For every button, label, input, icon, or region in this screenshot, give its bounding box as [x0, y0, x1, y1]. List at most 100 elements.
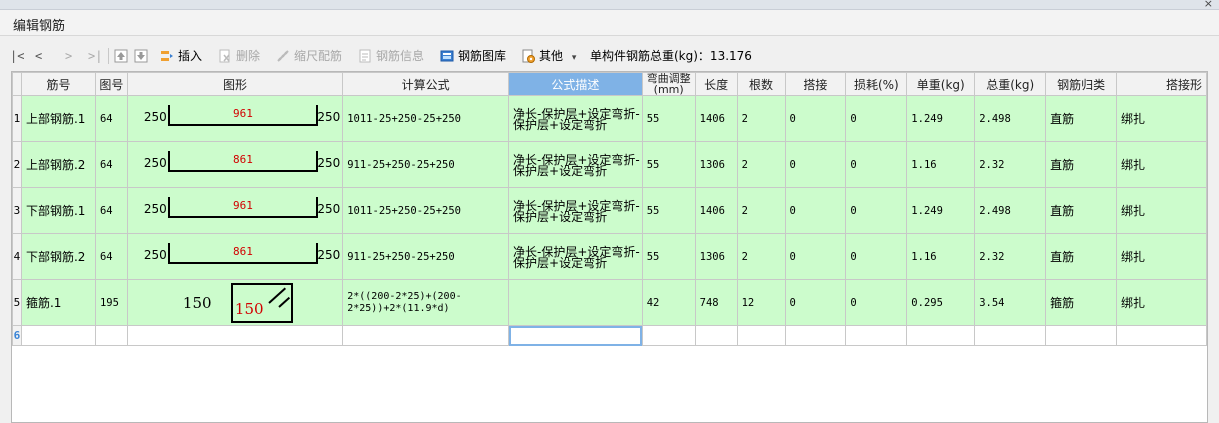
empty-cell[interactable] [1045, 325, 1118, 346]
length-cell[interactable]: 1306 [694, 141, 738, 188]
lap-type-cell[interactable]: 绑扎 [1116, 95, 1207, 142]
row-number[interactable]: 2 [12, 141, 22, 188]
delete-button[interactable]: 删除 [218, 44, 260, 68]
total-w-cell[interactable]: 2.498 [974, 187, 1047, 234]
count-cell[interactable]: 2 [736, 187, 786, 234]
last-record-button[interactable]: >| [88, 44, 102, 68]
prev-record-button[interactable]: < [35, 44, 42, 68]
rebar-name-cell[interactable]: 上部钢筋.2 [20, 141, 96, 188]
column-header[interactable]: 计算公式 [342, 72, 510, 96]
row-number[interactable]: 5 [12, 279, 22, 326]
unit-w-cell[interactable]: 1.249 [906, 95, 976, 142]
total-w-cell[interactable]: 2.32 [974, 233, 1047, 280]
move-down-button[interactable] [134, 44, 152, 68]
rebar-name-cell[interactable]: 箍筋.1 [20, 279, 96, 326]
formula-cell[interactable]: 2*((200-2*25)+(200-2*25))+2*(11.9*d) [342, 279, 510, 326]
bend-cell[interactable]: 55 [641, 95, 696, 142]
empty-cell[interactable] [784, 325, 847, 346]
loss-cell[interactable]: 0 [845, 95, 908, 142]
category-cell[interactable]: 直筋 [1045, 95, 1118, 142]
figure-number-cell[interactable]: 195 [94, 279, 128, 326]
rebar-name-cell[interactable]: 下部钢筋.2 [20, 233, 96, 280]
total-w-cell[interactable]: 2.32 [974, 141, 1047, 188]
row-number[interactable]: 6 [12, 325, 22, 346]
lap-type-cell[interactable]: 绑扎 [1116, 233, 1207, 280]
formula-desc-cell[interactable]: 净长-保护层+设定弯折-保护层+设定弯折 [508, 233, 643, 280]
column-header[interactable]: 图号 [94, 72, 128, 96]
bend-cell[interactable]: 42 [641, 279, 696, 326]
length-cell[interactable]: 1406 [694, 95, 738, 142]
loss-cell[interactable]: 0 [845, 141, 908, 188]
length-cell[interactable]: 1306 [694, 233, 738, 280]
next-record-button[interactable]: > [65, 44, 72, 68]
formula-desc-cell[interactable]: 净长-保护层+设定弯折-保护层+设定弯折 [508, 187, 643, 234]
focused-cell[interactable] [508, 325, 643, 346]
row-number[interactable]: 3 [12, 187, 22, 234]
unit-w-cell[interactable]: 1.16 [906, 233, 976, 280]
formula-cell[interactable]: 911-25+250-25+250 [342, 141, 510, 188]
length-cell[interactable]: 1406 [694, 187, 738, 234]
move-up-button[interactable] [114, 44, 132, 68]
empty-cell[interactable] [20, 325, 96, 346]
shape-cell[interactable]: 250 861 250 [126, 233, 344, 280]
shape-cell[interactable]: 250 861 250 [126, 141, 344, 188]
column-header[interactable]: 图形 [126, 72, 344, 96]
figure-number-cell[interactable]: 64 [94, 187, 128, 234]
column-header[interactable]: 弯曲调整(mm) [641, 72, 696, 96]
category-cell[interactable]: 箍筋 [1045, 279, 1118, 326]
table-row[interactable]: 3 下部钢筋.1 64 250 961 250 1011-25+250-25+250 净长-保… [12, 187, 1207, 234]
loss-cell[interactable]: 0 [845, 279, 908, 326]
bend-cell[interactable]: 55 [641, 141, 696, 188]
rebar-name-cell[interactable]: 下部钢筋.1 [20, 187, 96, 234]
new-row[interactable]: 6 [12, 325, 1207, 346]
empty-cell[interactable] [845, 325, 908, 346]
length-cell[interactable]: 748 [694, 279, 738, 326]
formula-cell[interactable]: 1011-25+250-25+250 [342, 187, 510, 234]
column-header[interactable]: 搭接形 [1116, 72, 1207, 96]
column-header[interactable]: 长度 [694, 72, 738, 96]
unit-w-cell[interactable]: 0.295 [906, 279, 976, 326]
lap-cell[interactable]: 0 [784, 279, 847, 326]
loss-cell[interactable]: 0 [845, 233, 908, 280]
unit-w-cell[interactable]: 1.16 [906, 141, 976, 188]
column-header[interactable]: 损耗(%) [845, 72, 908, 96]
bend-cell[interactable]: 55 [641, 233, 696, 280]
empty-cell[interactable] [974, 325, 1047, 346]
empty-cell[interactable] [736, 325, 786, 346]
lap-type-cell[interactable]: 绑扎 [1116, 187, 1207, 234]
total-w-cell[interactable]: 2.498 [974, 95, 1047, 142]
category-cell[interactable]: 直筋 [1045, 233, 1118, 280]
close-icon[interactable]: × [1204, 0, 1213, 10]
table-row[interactable]: 4 下部钢筋.2 64 250 861 250 911-25+250-25+250 净长-保护… [12, 233, 1207, 280]
table-row[interactable]: 1 上部钢筋.1 64 250 961 250 1011-25+250-25+250 净长-保… [12, 95, 1207, 142]
figure-number-cell[interactable]: 64 [94, 233, 128, 280]
row-number[interactable]: 1 [12, 95, 22, 142]
column-header[interactable]: 搭接 [784, 72, 847, 96]
rebar-name-cell[interactable]: 上部钢筋.1 [20, 95, 96, 142]
count-cell[interactable]: 12 [736, 279, 786, 326]
shape-cell[interactable]: 150 150 [126, 279, 344, 326]
count-cell[interactable]: 2 [736, 95, 786, 142]
other-menu-button[interactable]: 其他 ▾ [521, 44, 576, 68]
count-cell[interactable]: 2 [736, 141, 786, 188]
insert-button[interactable]: 插入 [160, 44, 202, 68]
shape-cell[interactable]: 250 961 250 [126, 187, 344, 234]
formula-desc-cell[interactable] [508, 279, 643, 326]
empty-cell[interactable] [126, 325, 344, 346]
shape-cell[interactable]: 250 961 250 [126, 95, 344, 142]
row-number[interactable]: 4 [12, 233, 22, 280]
column-header[interactable]: 钢筋归类 [1045, 72, 1118, 96]
lap-cell[interactable]: 0 [784, 141, 847, 188]
table-row[interactable]: 2 上部钢筋.2 64 250 861 250 911-25+250-25+250 净长-保护… [12, 141, 1207, 188]
empty-cell[interactable] [1116, 325, 1207, 346]
first-record-button[interactable]: |< [10, 44, 24, 68]
column-header[interactable]: 单重(kg) [906, 72, 976, 96]
formula-cell[interactable]: 1011-25+250-25+250 [342, 95, 510, 142]
lap-type-cell[interactable]: 绑扎 [1116, 141, 1207, 188]
formula-cell[interactable]: 911-25+250-25+250 [342, 233, 510, 280]
empty-cell[interactable] [342, 325, 510, 346]
lap-cell[interactable]: 0 [784, 95, 847, 142]
table-row[interactable]: 5 箍筋.1 195 150 150 2*((200-2*25)+(200-2*25))+… [12, 279, 1207, 326]
scale-rebar-button[interactable]: 缩尺配筋 [276, 44, 342, 68]
formula-desc-cell[interactable]: 净长-保护层+设定弯折-保护层+设定弯折 [508, 95, 643, 142]
